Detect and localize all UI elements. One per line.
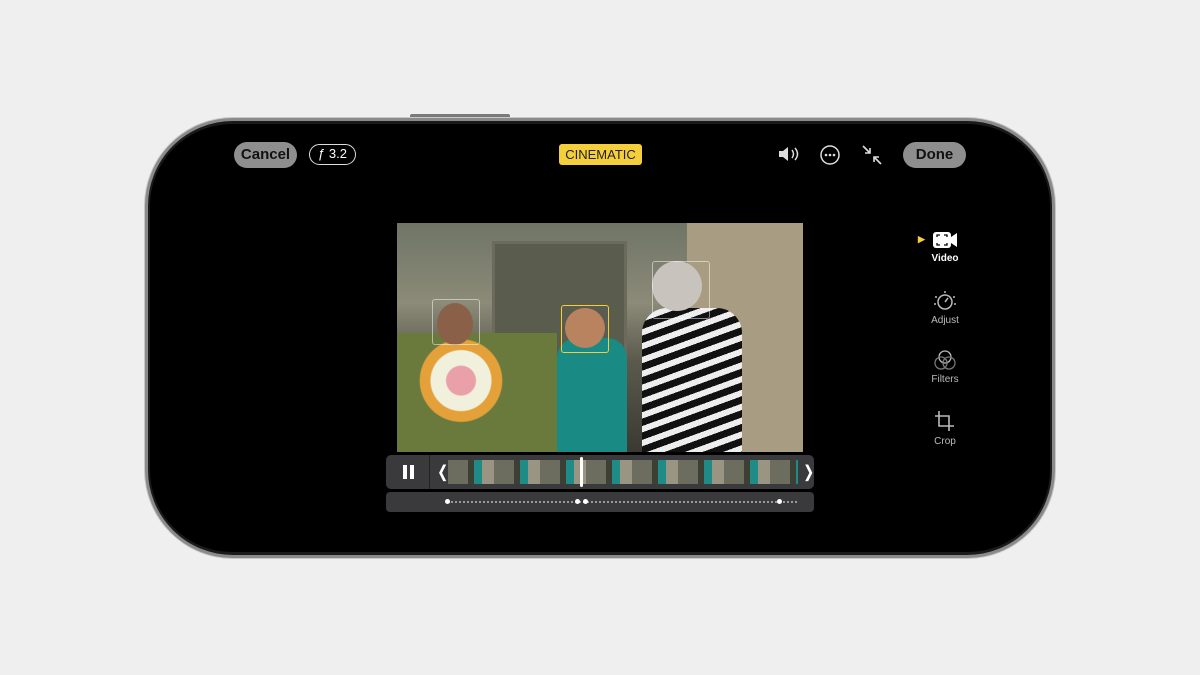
focus-point[interactable] bbox=[575, 499, 580, 504]
video-preview[interactable] bbox=[397, 223, 803, 452]
adjust-dial-icon bbox=[934, 291, 956, 310]
thumbnail-strip bbox=[448, 460, 798, 484]
person-right bbox=[642, 308, 742, 452]
focus-point[interactable] bbox=[583, 499, 588, 504]
pause-icon bbox=[403, 465, 414, 479]
video-camera-icon bbox=[933, 232, 957, 248]
sidebar-item-label: Filters bbox=[931, 374, 959, 385]
sidebar-item-crop[interactable]: Crop bbox=[920, 409, 970, 447]
collapse-icon[interactable] bbox=[861, 144, 883, 166]
sidebar-item-filters[interactable]: Filters bbox=[920, 349, 970, 385]
sidebar-item-label: Crop bbox=[934, 436, 956, 447]
filters-icon bbox=[934, 350, 956, 370]
phone-screen: Cancel ƒ 3.2 CINEMATIC Done ▶ Video Adju… bbox=[150, 124, 1050, 552]
cinematic-badge[interactable]: CINEMATIC bbox=[559, 144, 642, 165]
focus-box[interactable] bbox=[432, 299, 480, 345]
person-center bbox=[557, 338, 627, 452]
sidebar-item-label: Adjust bbox=[931, 315, 959, 326]
focus-point[interactable] bbox=[777, 499, 782, 504]
sidebar-item-video[interactable]: ▶ Video bbox=[918, 230, 970, 264]
focus-point[interactable] bbox=[445, 499, 450, 504]
sidebar-item-label: Video bbox=[931, 253, 959, 264]
crop-icon bbox=[935, 411, 954, 431]
focus-point-track[interactable] bbox=[386, 492, 814, 512]
done-button[interactable]: Done bbox=[903, 142, 966, 168]
active-indicator-icon: ▶ bbox=[918, 234, 925, 244]
flowers bbox=[397, 333, 557, 452]
speaker-icon[interactable] bbox=[777, 144, 801, 164]
aperture-button[interactable]: ƒ 3.2 bbox=[309, 144, 356, 165]
focus-track-line bbox=[448, 501, 797, 503]
focus-box[interactable] bbox=[652, 261, 710, 319]
trim-end-handle[interactable]: ❭ bbox=[802, 462, 815, 482]
sidebar-item-adjust[interactable]: Adjust bbox=[920, 290, 970, 326]
pause-button[interactable] bbox=[386, 455, 430, 489]
more-icon[interactable] bbox=[819, 144, 841, 166]
focus-box-selected[interactable] bbox=[561, 305, 609, 353]
playhead[interactable] bbox=[580, 457, 583, 487]
timeline-scrubber[interactable]: ❬ ❭ bbox=[386, 455, 815, 489]
cancel-button[interactable]: Cancel bbox=[234, 142, 297, 168]
